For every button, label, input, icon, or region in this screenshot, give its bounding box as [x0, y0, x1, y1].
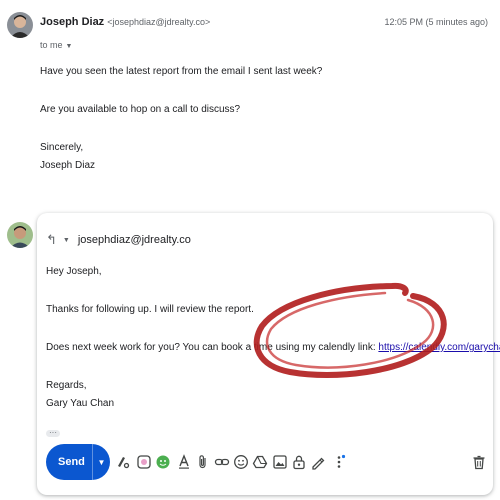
send-label: Send [58, 456, 85, 468]
attach-file-icon[interactable] [195, 454, 211, 470]
message-body-line: Have you seen the latest report from the… [40, 66, 323, 77]
sender-line: Joseph Diaz <josephdiaz@jdrealty.co> [40, 16, 210, 28]
text-format-icon[interactable] [176, 454, 192, 470]
google-drive-icon[interactable] [252, 454, 268, 470]
emoji-avatar-icon[interactable] [155, 454, 171, 470]
sender-name[interactable]: Joseph Diaz [40, 16, 104, 28]
message-closing: Sincerely, [40, 142, 84, 153]
signature-icon[interactable] [310, 454, 326, 470]
insert-link-icon[interactable] [214, 454, 230, 470]
message-body-line: Are you available to hop on a call to di… [40, 104, 241, 115]
format-options-icon[interactable] [115, 454, 131, 470]
email-thread: Joseph Diaz <josephdiaz@jdrealty.co> 12:… [0, 0, 500, 500]
reply-body-text: Does next week work for you? You can boo… [46, 342, 379, 353]
reply-body-line[interactable]: Thanks for following up. I will review t… [46, 304, 254, 315]
user-avatar[interactable] [7, 222, 33, 248]
reply-greeting[interactable]: Hey Joseph, [46, 266, 102, 277]
reply-body-line[interactable]: Does next week work for you? You can boo… [46, 342, 500, 353]
more-options-icon[interactable] [331, 454, 347, 470]
send-options-icon[interactable]: ▼ [93, 458, 110, 467]
insert-emoji-icon[interactable] [233, 454, 249, 470]
reply-to-address[interactable]: josephdiaz@jdrealty.co [78, 234, 191, 246]
sender-avatar[interactable] [7, 12, 33, 38]
message-timestamp: 12:05 PM (5 minutes ago) [384, 17, 488, 27]
recipient-details-toggle[interactable]: to me ▼ [40, 40, 72, 50]
color-palette-icon[interactable] [136, 454, 152, 470]
sender-email: <josephdiaz@jdrealty.co> [107, 17, 211, 27]
reply-recipient-row[interactable]: ↰ ▼ josephdiaz@jdrealty.co [46, 232, 191, 248]
reply-signature[interactable]: Gary Yau Chan [46, 398, 114, 409]
insert-photo-icon[interactable] [272, 454, 288, 470]
chevron-down-icon[interactable]: ▼ [66, 43, 73, 50]
reply-closing[interactable]: Regards, [46, 380, 87, 391]
confidential-mode-icon[interactable] [291, 454, 307, 470]
to-me-label: to me [40, 40, 63, 50]
chevron-down-icon[interactable]: ▼ [63, 237, 70, 244]
calendly-link[interactable]: https://calendly.com/garychan [378, 342, 500, 353]
send-button[interactable]: Send ▼ [46, 444, 110, 480]
discard-draft-icon[interactable] [471, 454, 487, 470]
reply-icon[interactable]: ↰ [46, 232, 57, 248]
message-signature: Joseph Diaz [40, 160, 96, 171]
show-trimmed-content-button[interactable]: ··· [46, 429, 60, 437]
